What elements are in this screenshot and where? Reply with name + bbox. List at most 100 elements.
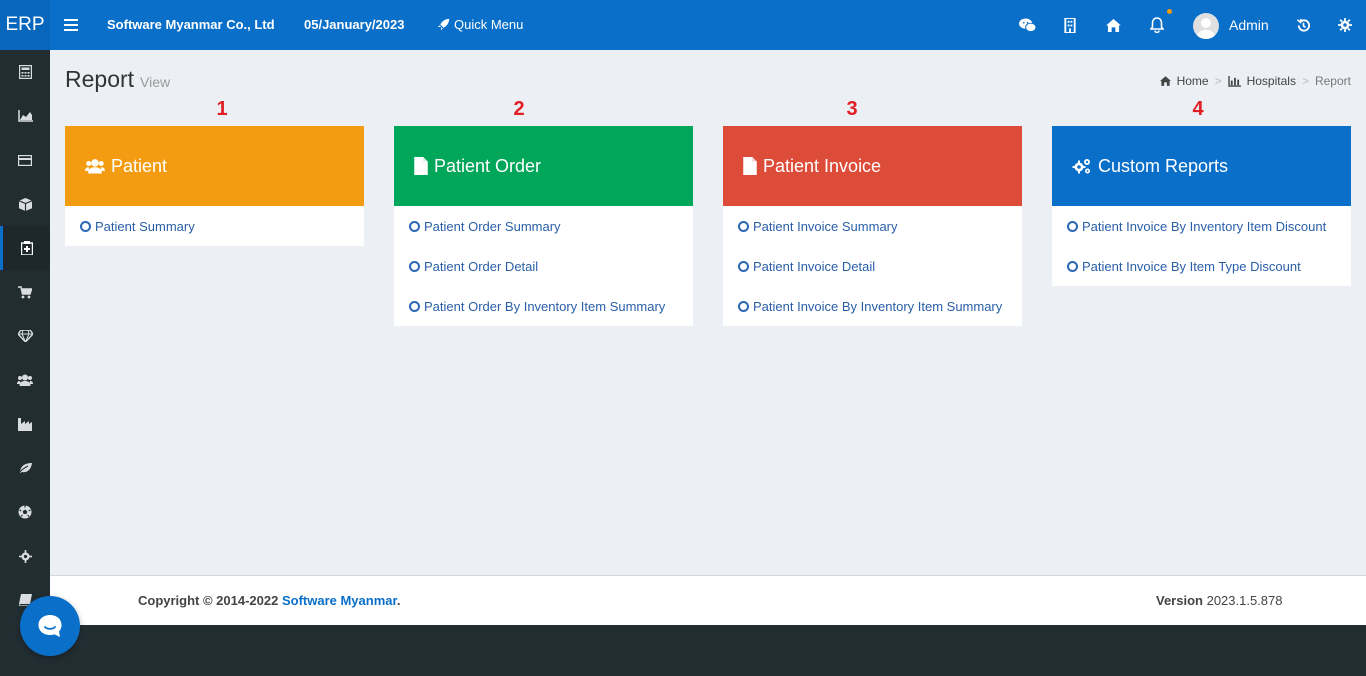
breadcrumb-current: Report [1314,74,1351,88]
card-number-4: 4 [1192,98,1204,120]
patient-card-title: Patient [111,155,168,176]
sidebar-item-calculator[interactable] [0,50,50,94]
sidebar-item-chart[interactable] [0,94,50,138]
users-icon [85,159,105,174]
history-icon[interactable] [1294,16,1312,34]
footer: Copyright © 2014-2022 Software Myanmar. … [50,575,1366,625]
circle-icon [409,220,420,232]
soccer-icon [18,505,32,519]
breadcrumb-hospitals[interactable]: Hospitals [1247,74,1296,88]
industry-icon [18,417,32,431]
quick-menu-label: Quick Menu [454,17,524,32]
sidebar-item-diamond[interactable] [0,314,50,358]
circle-icon [409,260,420,272]
sidebar-item-users[interactable] [0,358,50,402]
quick-menu-button[interactable]: Quick Menu [437,17,523,32]
report-link-label: Patient Invoice By Inventory Item Discou… [1082,218,1327,234]
sidebar-toggle-button[interactable] [64,17,78,33]
custom-reports-card: Custom Reports Patient Invoice By Invent… [1052,126,1351,286]
calculator-icon [18,65,32,79]
custom-reports-card-header: Custom Reports [1052,126,1351,206]
copyright: Copyright © 2014-2022 Software Myanmar. [138,593,400,608]
patient-order-card: Patient Order Patient Order Summary Pati… [394,126,693,326]
sidebar [0,50,50,676]
patient-card-body: Patient Summary [65,206,364,246]
avatar[interactable] [1193,13,1219,39]
patient-card: Patient Patient Summary [65,126,364,246]
report-link[interactable]: Patient Invoice By Item Type Discount [1067,246,1336,286]
report-link-label: Patient Invoice Summary [753,218,898,234]
company-name: Software Myanmar Co., Ltd [107,17,275,32]
users-icon [17,374,33,386]
copyright-period: . [396,593,401,608]
cart-icon [18,285,32,298]
report-link-label: Patient Invoice Detail [753,258,876,274]
breadcrumb: Home > Hospitals > Report [1159,74,1351,88]
hospital-icon [20,241,33,255]
card-number-3: 3 [846,98,858,120]
notification-dot [1167,9,1172,14]
patient-invoice-card-body: Patient Invoice Summary Patient Invoice … [723,206,1022,326]
card-number-1: 1 [216,98,228,120]
sidebar-item-settings[interactable] [0,534,50,578]
report-link-label: Patient Order Summary [424,218,561,234]
report-link[interactable]: Patient Order By Inventory Item Summary [409,286,678,326]
report-link[interactable]: Patient Order Detail [409,246,678,286]
home-icon[interactable] [1104,16,1122,34]
app-logo[interactable]: ERP [0,0,50,50]
user-name[interactable]: Admin [1229,17,1269,33]
top-navbar: ERP Software Myanmar Co., Ltd 05/January… [0,0,1366,50]
patient-invoice-card-title: Patient Invoice [763,155,882,176]
gear-icon [18,549,32,563]
area-chart-icon [17,110,33,122]
building-icon[interactable] [1061,16,1079,34]
file-icon [414,157,428,175]
gears-icon [1072,159,1090,174]
circle-icon [80,220,91,232]
bar-chart-icon [1227,75,1241,87]
page-title-text: Report [65,66,135,92]
chat-icon [38,615,62,637]
circle-icon [738,220,749,232]
breadcrumb-home[interactable]: Home [1177,74,1209,88]
version-label: Version [1156,593,1203,608]
sidebar-item-hospital[interactable] [0,226,50,270]
breadcrumb-separator: > [1214,74,1222,88]
report-link[interactable]: Patient Summary [80,206,349,246]
gear-icon[interactable] [1336,16,1354,34]
report-link[interactable]: Patient Invoice Summary [738,206,1007,246]
cube-icon [18,197,32,211]
main-content: Report View Home > Hospitals > Report 1 2… [50,50,1366,575]
patient-invoice-card-header: Patient Invoice [723,126,1022,206]
version-info: Version 2023.1.5.878 [1156,593,1283,608]
bell-icon[interactable] [1148,16,1166,34]
sidebar-item-cube[interactable] [0,182,50,226]
bottom-bar [0,625,1366,676]
report-link[interactable]: Patient Invoice Detail [738,246,1007,286]
report-link-label: Patient Invoice By Inventory Item Summar… [753,298,1003,314]
sidebar-item-leaf[interactable] [0,446,50,490]
report-link-label: Patient Summary [95,218,195,234]
wechat-icon[interactable] [1018,16,1036,34]
copyright-text: Copyright © 2014-2022 [138,593,282,608]
breadcrumb-separator: > [1301,74,1309,88]
circle-icon [409,300,420,312]
file-icon [743,157,757,175]
sidebar-item-cart[interactable] [0,270,50,314]
home-icon [1159,76,1171,86]
page-title: Report View [65,66,170,93]
report-link[interactable]: Patient Invoice By Inventory Item Summar… [738,286,1007,326]
sidebar-item-industry[interactable] [0,402,50,446]
report-link-label: Patient Order Detail [424,258,539,274]
circle-icon [738,300,749,312]
report-link[interactable]: Patient Order Summary [409,206,678,246]
patient-order-card-header: Patient Order [394,126,693,206]
sidebar-item-card[interactable] [0,138,50,182]
company-link[interactable]: Software Myanmar [282,593,397,608]
report-link[interactable]: Patient Invoice By Inventory Item Discou… [1067,206,1336,246]
custom-reports-card-body: Patient Invoice By Inventory Item Discou… [1052,206,1351,286]
sidebar-item-soccer[interactable] [0,490,50,534]
chat-button[interactable] [20,596,80,656]
report-link-label: Patient Order By Inventory Item Summary [424,298,666,314]
circle-icon [1067,220,1078,232]
